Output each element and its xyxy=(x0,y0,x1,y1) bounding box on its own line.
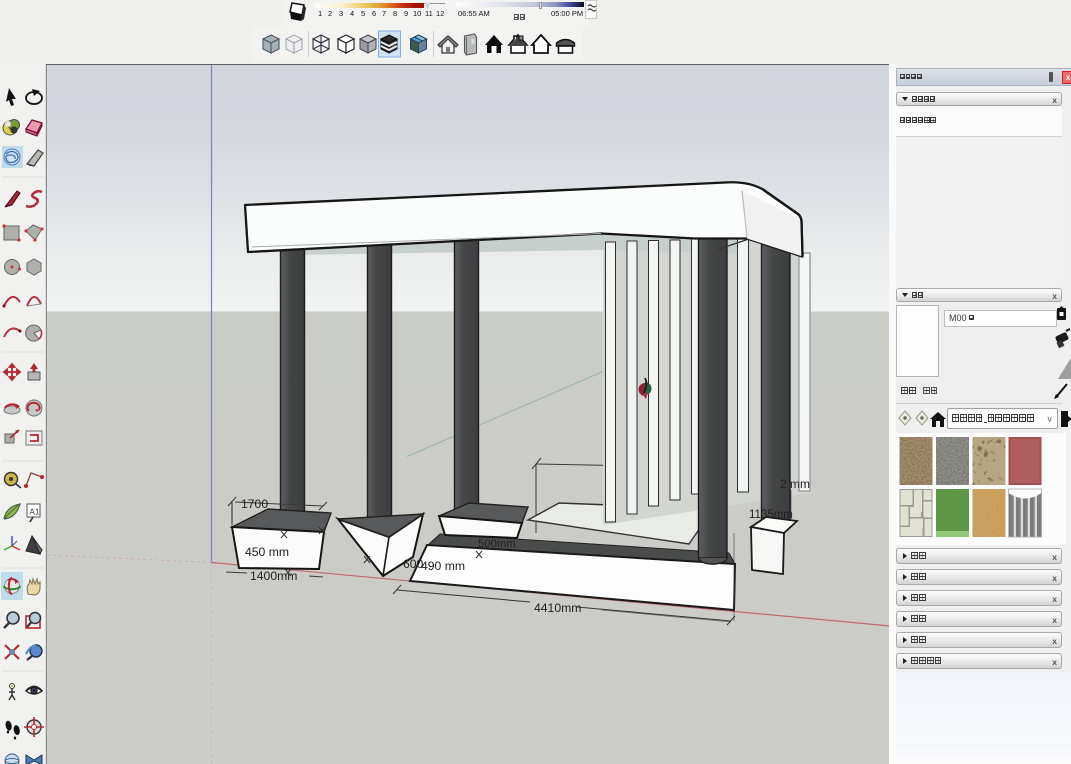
svg-text:490 mm: 490 mm xyxy=(421,559,465,573)
svg-text:4410mm: 4410mm xyxy=(534,601,581,615)
svg-text:1700: 1700 xyxy=(241,497,268,511)
svg-text:500mm: 500mm xyxy=(478,538,516,550)
svg-text:A1: A1 xyxy=(30,508,40,517)
svg-text:2 mm: 2 mm xyxy=(780,477,810,491)
svg-text:1135mm: 1135mm xyxy=(749,509,793,521)
svg-text:1400mm: 1400mm xyxy=(250,569,297,583)
svg-text:450 mm: 450 mm xyxy=(245,545,289,559)
